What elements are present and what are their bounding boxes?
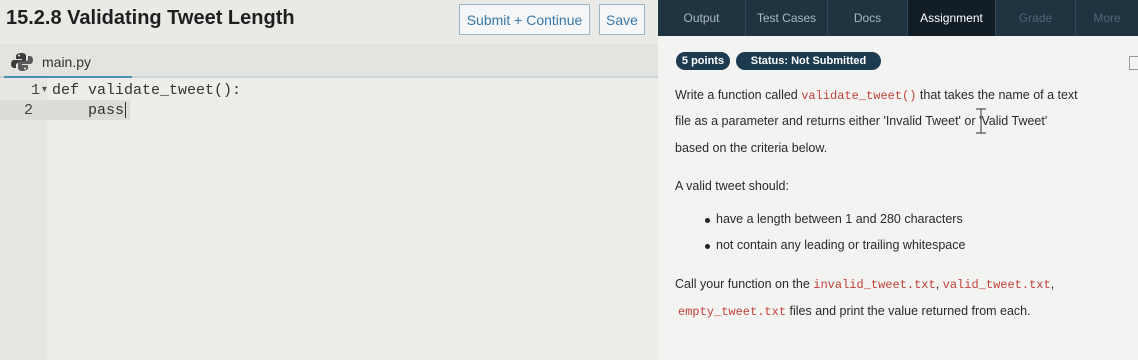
code-editor[interactable]: 1 ▾ def validate_tweet(): 2 pass: [0, 78, 658, 360]
editor-file-bar: main.py: [0, 44, 658, 78]
fold-marker-icon[interactable]: ▾: [42, 84, 52, 96]
instruction-text: Write a function called: [675, 88, 802, 102]
instruction-text: files and print the value returned from …: [786, 304, 1031, 318]
instruction-text: Call your function on the: [675, 277, 814, 291]
separator-text: ,: [1050, 277, 1055, 291]
tab-docs[interactable]: Docs: [828, 0, 908, 36]
assignment-panel: 5 points Status: Not Submitted Write a f…: [658, 36, 1138, 360]
criteria-heading: A valid tweet should:: [675, 179, 789, 193]
save-button[interactable]: Save: [599, 4, 645, 35]
file-name: main.py: [42, 54, 92, 70]
tab-assignment[interactable]: Assignment: [908, 0, 996, 36]
points-badge: 5 points: [676, 52, 730, 70]
bullet-dot-icon: [705, 218, 710, 223]
tab-output[interactable]: Output: [658, 0, 746, 36]
tab-more[interactable]: More: [1076, 0, 1138, 36]
code-text: def validate_tweet():: [52, 81, 242, 99]
bullet-dot-icon: [705, 244, 710, 249]
call-instruction-line-2: empty_tweet.txt files and print the valu…: [678, 304, 1031, 319]
file-tab-main-py[interactable]: main.py: [4, 48, 132, 78]
function-name-code: validate_tweet(): [801, 89, 917, 103]
filename-code: empty_tweet.txt: [678, 305, 787, 319]
filename-code: valid_tweet.txt: [942, 278, 1051, 292]
code-line[interactable]: 1 ▾ def validate_tweet():: [0, 80, 241, 100]
filename-code: invalid_tweet.txt: [813, 278, 936, 292]
criteria-item: have a length between 1 and 280 characte…: [716, 212, 963, 226]
text-cursor-ibeam-icon: [976, 108, 986, 134]
python-icon: [10, 52, 34, 72]
line-number: 2: [23, 101, 33, 119]
instruction-line-3: based on the criteria below.: [675, 141, 828, 155]
code-line[interactable]: 2 pass: [0, 100, 127, 120]
line-number: 1: [30, 81, 40, 99]
lesson-title: 15.2.8 Validating Tweet Length: [6, 7, 295, 29]
status-badge: Status: Not Submitted: [736, 52, 881, 70]
expand-icon[interactable]: [1129, 56, 1138, 70]
tab-grade[interactable]: Grade: [996, 0, 1076, 36]
code-text: pass: [52, 101, 125, 119]
instruction-text: that takes the name of a text: [916, 88, 1078, 102]
text-cursor: [125, 102, 127, 118]
separator-text: ,: [935, 277, 943, 291]
line-gutter: [0, 78, 47, 360]
instruction-line-1: Write a function called validate_tweet()…: [675, 88, 1078, 103]
call-instruction-line-1: Call your function on the invalid_tweet.…: [675, 277, 1054, 292]
criteria-item: not contain any leading or trailing whit…: [716, 238, 966, 252]
panel-tabs: Output Test Cases Docs Assignment Grade …: [658, 0, 1138, 36]
submit-continue-button[interactable]: Submit + Continue: [459, 4, 590, 35]
instruction-line-2: file as a parameter and returns either '…: [675, 114, 1048, 128]
tab-test-cases[interactable]: Test Cases: [746, 0, 828, 36]
